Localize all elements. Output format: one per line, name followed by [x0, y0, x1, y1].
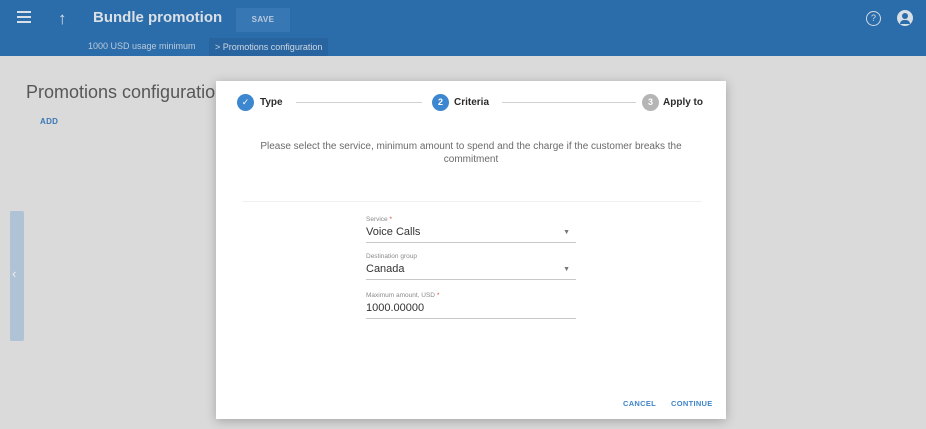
dialog-instructions: Please select the service, minimum amoun… [260, 141, 682, 165]
destination-group-label: Destination group [366, 253, 417, 260]
step-3-label: Apply to [663, 97, 703, 108]
maximum-amount-input[interactable]: 1000.00000 [366, 302, 576, 319]
wizard-dialog: ✓ Type 2 Criteria 3 Apply to Please sele… [216, 81, 726, 419]
cancel-button[interactable]: CANCEL [623, 399, 656, 408]
continue-button[interactable]: CONTINUE [671, 399, 713, 408]
dropdown-arrow-icon[interactable]: ▼ [563, 229, 570, 236]
service-value[interactable]: Voice Calls ▼ [366, 226, 576, 243]
step-1-label: Type [260, 97, 283, 108]
divider [242, 201, 702, 202]
service-select[interactable]: Service * Voice Calls ▼ [366, 216, 576, 243]
step-connector [502, 102, 636, 103]
step-connector [296, 102, 422, 103]
step-2-label: Criteria [454, 97, 490, 108]
destination-group-value[interactable]: Canada ▼ [366, 263, 576, 280]
dropdown-arrow-icon[interactable]: ▼ [563, 266, 570, 273]
step-2-number: 2 [432, 94, 449, 111]
maximum-amount-label: Maximum amount, USD * [366, 292, 440, 299]
step-3-number: 3 [642, 94, 659, 111]
maximum-amount-field[interactable]: Maximum amount, USD * 1000.00000 [366, 292, 576, 319]
destination-group-select[interactable]: Destination group Canada ▼ [366, 253, 576, 280]
service-label: Service * [366, 216, 393, 223]
step-1-check-icon: ✓ [237, 94, 254, 111]
